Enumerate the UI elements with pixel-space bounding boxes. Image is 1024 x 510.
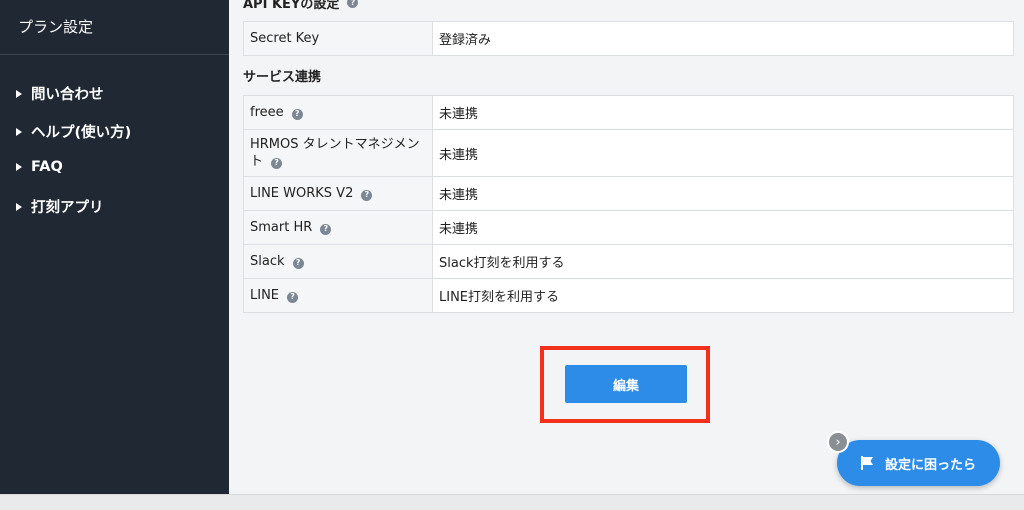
table-row: Secret Key 登録済み xyxy=(243,21,1014,56)
table-key-cell: freee? xyxy=(243,95,433,130)
help-icon[interactable]: ? xyxy=(361,189,373,201)
table-value-cell: 未連携 xyxy=(432,129,1014,177)
sidebar-item-label: 問い合わせ xyxy=(31,87,104,103)
table-row: Smart HR? 未連携 xyxy=(243,210,1014,245)
sidebar-title: プラン設定 xyxy=(18,18,94,36)
triangle-right-icon xyxy=(16,163,22,171)
table-key-cell: Secret Key xyxy=(243,21,433,56)
table-value-cell: 未連携 xyxy=(432,210,1014,245)
api-key-table: Secret Key 登録済み xyxy=(243,21,1014,56)
service-table: freee? 未連携 HRMOS タレントマネジメント? 未連携 LINE WO… xyxy=(243,95,1014,313)
sidebar-item-contact[interactable]: 問い合わせ xyxy=(16,83,104,104)
window-bottom-bar xyxy=(0,494,1024,510)
table-key-cell: HRMOS タレントマネジメント? xyxy=(243,129,433,177)
triangle-right-icon xyxy=(16,127,22,136)
table-row: Slack? Slack打刻を利用する xyxy=(243,244,1014,279)
triangle-right-icon xyxy=(16,202,22,211)
table-value-cell: 未連携 xyxy=(432,95,1014,130)
help-fab-button[interactable]: 設定に困ったら xyxy=(837,440,1000,486)
sidebar-item-faq[interactable]: FAQ xyxy=(16,159,63,175)
table-key-cell: LINE WORKS V2? xyxy=(243,176,433,211)
table-value-cell: 登録済み xyxy=(432,21,1014,56)
help-icon[interactable]: ? xyxy=(292,257,304,269)
table-row: HRMOS タレントマネジメント? 未連携 xyxy=(243,129,1014,177)
sidebar-item-label: FAQ xyxy=(31,159,63,175)
help-icon[interactable]: ? xyxy=(287,291,299,303)
service-name: Slack xyxy=(250,254,285,269)
table-value-cell: LINE打刻を利用する xyxy=(432,278,1014,313)
table-value-cell: 未連携 xyxy=(432,176,1014,211)
sidebar-item-timecard-app[interactable]: 打刻アプリ xyxy=(16,196,104,217)
service-name: freee xyxy=(250,105,284,120)
table-key-cell: LINE? xyxy=(243,278,433,313)
sidebar-item-label: ヘルプ(使い方) xyxy=(31,125,132,141)
edit-button[interactable]: 編集 xyxy=(565,365,687,403)
chevron-right-icon[interactable]: › xyxy=(827,431,849,453)
service-name: LINE xyxy=(250,288,280,303)
main-content: API KEYの設定 ? Secret Key 登録済み サービス連携 free… xyxy=(229,0,1024,494)
help-fab-label: 設定に困ったら xyxy=(885,457,977,473)
sidebar-item-help[interactable]: ヘルプ(使い方) xyxy=(16,121,131,142)
help-icon[interactable]: ? xyxy=(320,223,332,235)
flag-icon xyxy=(861,456,873,470)
sidebar: プラン設定 問い合わせ ヘルプ(使い方) FAQ 打刻アプリ xyxy=(0,0,229,494)
table-row: LINE WORKS V2? 未連携 xyxy=(243,176,1014,211)
sidebar-divider xyxy=(0,54,229,55)
triangle-right-icon xyxy=(16,89,22,98)
api-key-section-title: API KEYの設定 ? xyxy=(243,0,359,12)
sidebar-item-label: 打刻アプリ xyxy=(31,200,104,216)
table-row: LINE? LINE打刻を利用する xyxy=(243,278,1014,313)
service-section-title: サービス連携 xyxy=(243,70,322,85)
section-title-text: API KEYの設定 xyxy=(243,0,340,12)
table-row: freee? 未連携 xyxy=(243,95,1014,130)
help-icon[interactable]: ? xyxy=(271,157,283,169)
table-key-cell: Slack? xyxy=(243,244,433,279)
help-icon[interactable]: ? xyxy=(291,108,303,120)
table-value-cell: Slack打刻を利用する xyxy=(432,244,1014,279)
help-icon[interactable]: ? xyxy=(347,0,359,8)
service-name: LINE WORKS V2 xyxy=(250,186,354,201)
table-key-cell: Smart HR? xyxy=(243,210,433,245)
service-name: Smart HR xyxy=(250,220,313,235)
